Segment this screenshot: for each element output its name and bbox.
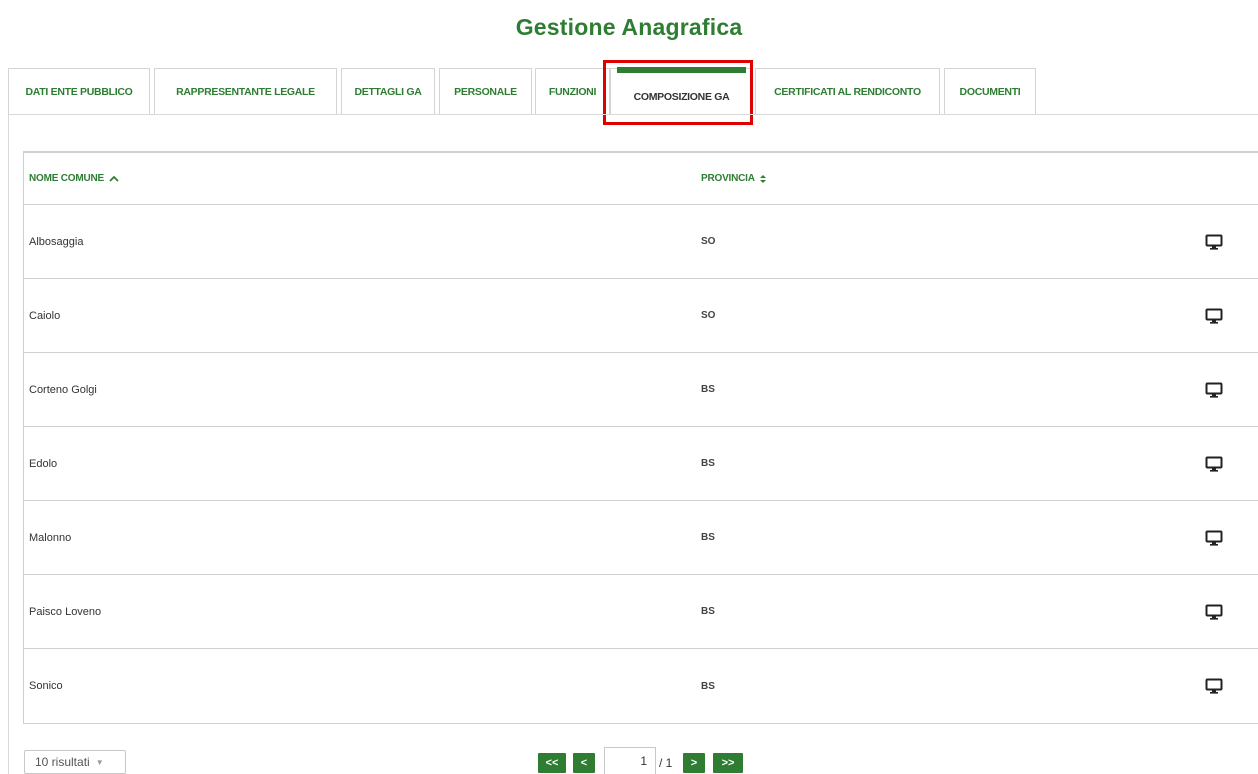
table-row: Sonico BS <box>24 649 1258 723</box>
table-row: Malonno BS <box>24 501 1258 575</box>
tab-certificati-al-rendiconto[interactable]: CERTIFICATI AL RENDICONTO <box>755 68 940 114</box>
table-row: Paisco Loveno BS <box>24 575 1258 649</box>
tab-rappresentante-legale[interactable]: RAPPRESENTANTE LEGALE <box>154 68 337 114</box>
tab-dettagli-ga[interactable]: DETTAGLI GA <box>341 68 435 114</box>
cell-nome-comune: Malonno <box>29 531 72 544</box>
cell-provincia: BS <box>701 384 715 395</box>
monitor-icon[interactable] <box>1205 382 1223 398</box>
row-action <box>1194 353 1234 426</box>
tab-label: COMPOSIZIONE GA <box>633 90 730 103</box>
tab-label: PERSONALE <box>454 85 517 98</box>
tab-label: DATI ENTE PUBBLICO <box>25 85 133 98</box>
next-page-button[interactable]: > <box>683 753 705 773</box>
monitor-icon[interactable] <box>1205 604 1223 620</box>
cell-nome-comune: Albosaggia <box>29 235 84 248</box>
table-row: Corteno Golgi BS <box>24 353 1258 427</box>
tab-label: DETTAGLI GA <box>354 85 422 98</box>
first-page-button[interactable]: << <box>538 753 566 773</box>
tab-funzioni[interactable]: FUNZIONI <box>535 68 610 114</box>
row-action <box>1194 205 1234 278</box>
last-page-button[interactable]: >> <box>713 753 743 773</box>
cell-provincia: SO <box>701 236 716 247</box>
column-header-label: NOME COMUNE <box>29 173 105 184</box>
cell-nome-comune: Edolo <box>29 457 58 470</box>
row-action <box>1194 649 1234 723</box>
monitor-icon[interactable] <box>1205 530 1223 546</box>
tab-documenti[interactable]: DOCUMENTI <box>944 68 1036 114</box>
page-title: Gestione Anagrafica <box>515 14 743 40</box>
cell-provincia: BS <box>701 532 715 543</box>
column-header-label: PROVINCIA <box>701 173 755 184</box>
monitor-icon[interactable] <box>1205 234 1223 250</box>
row-action <box>1194 279 1234 352</box>
comuni-table: NOME COMUNE PROVINCIA Albosaggia SO Caio… <box>23 151 1258 724</box>
tab-composizione-ga[interactable]: COMPOSIZIONE GA <box>610 67 753 114</box>
prev-page-button[interactable]: < <box>573 753 595 773</box>
sort-both-icon <box>759 174 766 183</box>
chevron-down-icon: ▼ <box>95 757 104 767</box>
table-row: Caiolo SO <box>24 279 1258 353</box>
monitor-icon[interactable] <box>1205 678 1223 694</box>
cell-provincia: SO <box>701 310 716 321</box>
cell-nome-comune: Sonico <box>29 680 63 692</box>
table-row: Edolo BS <box>24 427 1258 501</box>
column-header-provincia[interactable]: PROVINCIA <box>701 153 767 204</box>
page-total: / 1 <box>659 756 673 770</box>
cell-nome-comune: Paisco Loveno <box>29 605 102 618</box>
row-action <box>1194 575 1234 648</box>
row-action <box>1194 427 1234 500</box>
cell-provincia: BS <box>701 606 715 617</box>
column-header-nome-comune[interactable]: NOME COMUNE <box>29 153 119 204</box>
page-size-value: 10 risultati <box>35 755 90 769</box>
cell-provincia: BS <box>701 458 715 469</box>
monitor-icon[interactable] <box>1205 456 1223 472</box>
tab-dati-ente-pubblico[interactable]: DATI ENTE PUBBLICO <box>8 68 150 114</box>
tab-label: RAPPRESENTANTE LEGALE <box>176 85 315 98</box>
cell-nome-comune: Caiolo <box>29 309 61 322</box>
page-size-select[interactable]: 10 risultati ▼ <box>24 750 126 774</box>
cell-nome-comune: Corteno Golgi <box>29 383 97 396</box>
monitor-icon[interactable] <box>1205 308 1223 324</box>
table-row: Albosaggia SO <box>24 205 1258 279</box>
row-action <box>1194 501 1234 574</box>
tab-label: DOCUMENTI <box>959 85 1021 98</box>
tab-personale[interactable]: PERSONALE <box>439 68 532 114</box>
tab-label: FUNZIONI <box>548 85 597 98</box>
sort-ascending-icon <box>109 175 119 182</box>
page-number-input[interactable]: 1 <box>604 747 656 774</box>
cell-provincia: BS <box>701 680 715 692</box>
table-footer: 10 risultati ▼ << < 1 / 1 > >> <box>0 740 1258 774</box>
tab-label: CERTIFICATI AL RENDICONTO <box>774 85 921 98</box>
table-header-row: NOME COMUNE PROVINCIA <box>24 153 1258 205</box>
